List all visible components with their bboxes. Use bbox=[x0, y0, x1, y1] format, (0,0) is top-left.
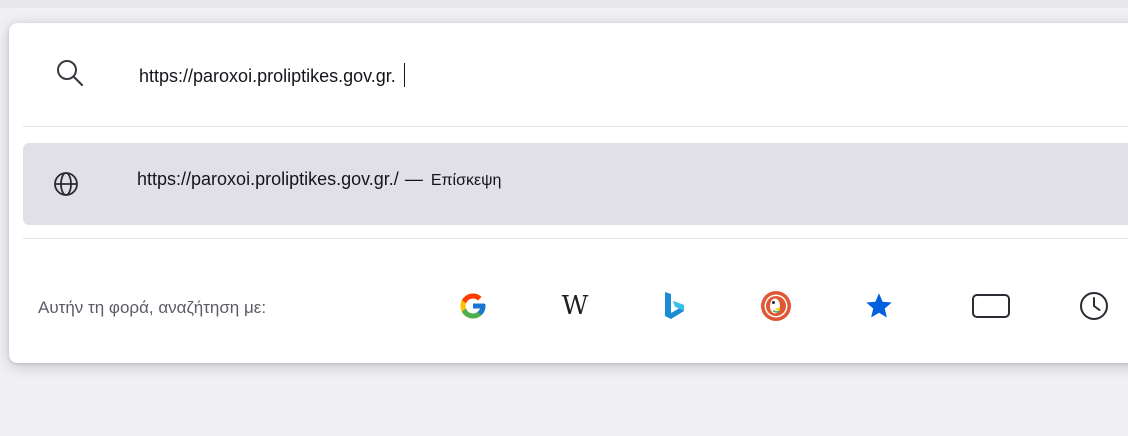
wikipedia-icon[interactable]: W bbox=[555, 286, 595, 326]
globe-icon bbox=[52, 170, 80, 198]
suggestion-url: https://paroxoi.proliptikes.gov.gr./ bbox=[137, 169, 399, 189]
google-icon[interactable] bbox=[453, 286, 493, 326]
duckduckgo-icon[interactable] bbox=[756, 286, 796, 326]
urlbar-input[interactable]: https://paroxoi.proliptikes.gov.gr. bbox=[139, 63, 406, 87]
urlbar-dropdown-panel: https://paroxoi.proliptikes.gov.gr. http… bbox=[9, 23, 1128, 363]
suggestion-separator: — bbox=[404, 169, 423, 189]
divider bbox=[23, 126, 1128, 127]
top-strip bbox=[0, 0, 1128, 8]
urlbar-input-value: https://paroxoi.proliptikes.gov.gr. bbox=[139, 66, 396, 86]
urlbar-input-row[interactable]: https://paroxoi.proliptikes.gov.gr. bbox=[9, 23, 1128, 126]
clock-icon[interactable] bbox=[1074, 286, 1114, 326]
suggestion-row-visit[interactable]: https://paroxoi.proliptikes.gov.gr./— Επί… bbox=[23, 143, 1128, 225]
search-icon bbox=[54, 57, 86, 89]
divider bbox=[23, 238, 1128, 239]
wikipedia-glyph: W bbox=[561, 291, 589, 321]
bing-icon[interactable] bbox=[655, 286, 695, 326]
suggestion-action: Επίσκεψη bbox=[430, 172, 502, 189]
text-caret bbox=[403, 63, 406, 87]
tab-icon[interactable] bbox=[971, 286, 1011, 326]
star-icon[interactable] bbox=[859, 286, 899, 326]
suggestion-text: https://paroxoi.proliptikes.gov.gr./— Επί… bbox=[137, 169, 501, 190]
search-engines-label: Αυτήν τη φορά, αναζήτηση με: bbox=[38, 298, 267, 317]
